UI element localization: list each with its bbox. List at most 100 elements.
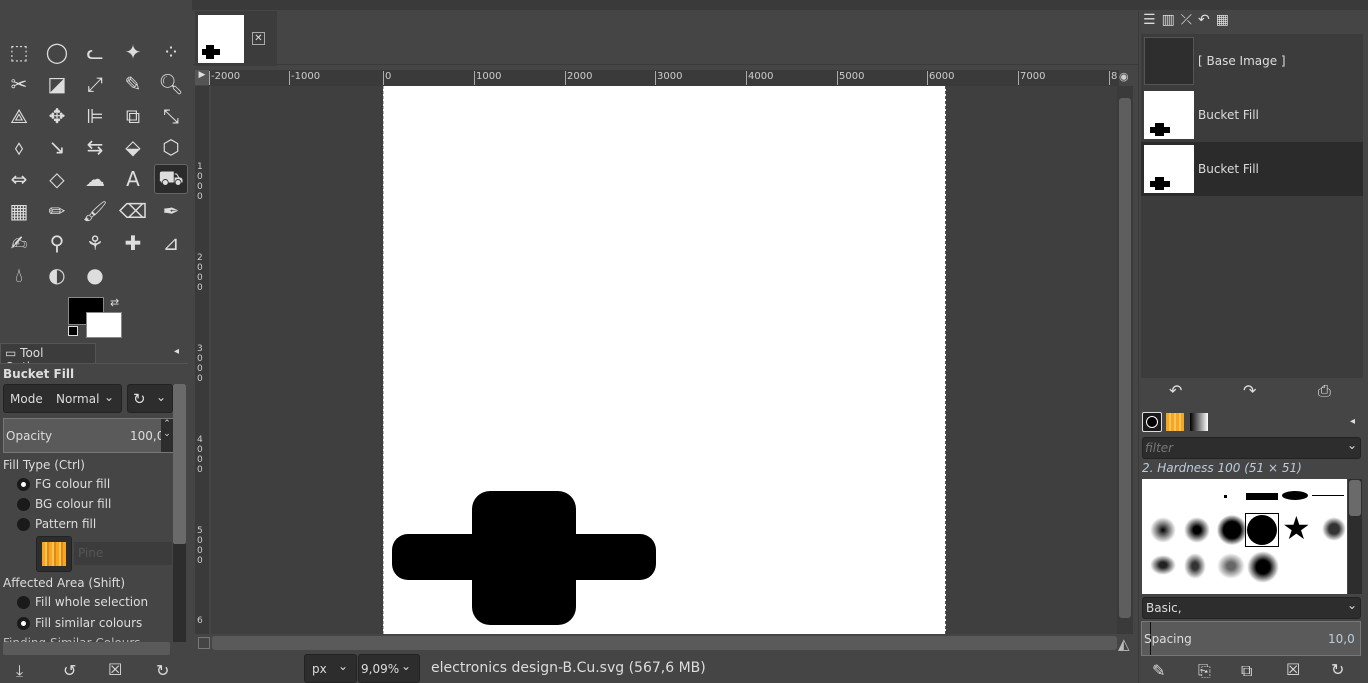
text-tool-icon[interactable]: A [116, 164, 150, 194]
reset-options-icon[interactable]: ↻ [156, 661, 169, 680]
brush-grid[interactable]: ★ [1142, 479, 1347, 594]
radio-fill-whole-selection[interactable] [17, 596, 30, 609]
unified-transform-tool-icon[interactable]: ⤡ [154, 101, 188, 131]
tab-brushes[interactable] [1142, 412, 1162, 432]
duplicate-brush-icon[interactable]: ⧉ [1241, 661, 1252, 681]
refresh-brushes-icon[interactable]: ↻ [1331, 660, 1344, 679]
smudge-warp-tool-icon[interactable]: ☁ [78, 164, 112, 194]
radio-fg-fill[interactable] [17, 478, 30, 491]
move-tool-icon[interactable]: ✥ [40, 101, 74, 131]
eraser-tool-icon[interactable]: ⌫ [116, 196, 150, 226]
smudge-tool-icon[interactable]: ◐ [40, 260, 74, 290]
layers-icon[interactable]: ☰ [1143, 12, 1162, 28]
foreground-select-tool-icon[interactable]: ◪ [40, 69, 74, 99]
close-tab-icon[interactable]: ✕ [252, 32, 265, 45]
tag-select[interactable]: Basic, ⌄ [1142, 597, 1361, 619]
paths-tool-icon[interactable]: ⤢ [78, 69, 112, 99]
undo-history-icon[interactable]: ↶ [1198, 12, 1216, 28]
airbrush-tool-icon[interactable]: ✒ [154, 196, 188, 226]
restore-options-icon[interactable]: ↺ [63, 661, 76, 680]
brush-scrollbar[interactable] [1348, 479, 1362, 594]
ruler-tick-label: -1000 [289, 71, 320, 85]
filter-input[interactable]: filter ⌄ [1142, 437, 1361, 459]
opacity-slider[interactable]: Opacity 100,0 ⌃ ⌄ [3, 418, 173, 453]
radio-bg-fill[interactable] [17, 498, 30, 511]
history-item[interactable]: Bucket Fill [1141, 88, 1363, 142]
pattern-button[interactable] [36, 536, 72, 572]
quick-mask-menu-icon[interactable]: ▶ [195, 70, 209, 85]
history-item-selected[interactable]: Bucket Fill [1141, 142, 1363, 196]
image-tab[interactable]: ✕ [195, 11, 277, 66]
swap-colors-icon[interactable]: ⇄ [110, 296, 119, 309]
new-brush-icon[interactable]: ⎘ [1198, 661, 1211, 681]
mode-reset-select[interactable]: ↻ ⌄ [127, 384, 173, 413]
radio-fill-similar[interactable] [17, 617, 30, 630]
cage-transform-tool-icon[interactable]: ◇ [40, 164, 74, 194]
tool-options-scrollbar[interactable] [173, 384, 186, 642]
delete-options-icon[interactable]: ☒ [108, 660, 122, 679]
history-item[interactable]: [ Base Image ] [1141, 34, 1363, 88]
paintbrush-tool-icon[interactable]: 🖌︎ [78, 196, 112, 226]
tab-gradients[interactable] [1190, 413, 1208, 431]
gradient-tool-icon[interactable]: ▦ [2, 196, 36, 226]
mypaint-brush-tool-icon[interactable]: ⚲ [40, 228, 74, 258]
perspective-tool-icon[interactable]: ⬙ [116, 132, 150, 162]
align-tool-icon[interactable]: ⊫ [78, 101, 112, 131]
zoom-tool-icon[interactable]: 🔍︎ [154, 69, 188, 99]
flip-tool-icon[interactable]: ⇆ [78, 132, 112, 162]
tab-tool-options[interactable]: ▭ Tool Options [0, 343, 96, 374]
measure-tool-icon[interactable]: ⟁ [2, 101, 36, 131]
default-colors-icon[interactable] [68, 326, 78, 336]
ink-tool-icon[interactable]: ✍ [2, 228, 36, 258]
paths-icon[interactable]: ⤫ [1181, 12, 1198, 28]
save-options-icon[interactable]: ⤓ [16, 661, 23, 681]
crop-tool-icon[interactable]: ⧉ [116, 101, 150, 131]
vertical-scrollbar[interactable] [1117, 86, 1133, 634]
heal-tool-icon[interactable]: ✚ [116, 228, 150, 258]
opacity-spinner[interactable]: ⌃ ⌄ [161, 419, 173, 452]
free-select-tool-icon[interactable]: ᓚ [78, 37, 112, 67]
select-by-color-tool-icon[interactable]: ⁘ [154, 37, 188, 67]
navigate-triangle-icon[interactable]: ◭ [1118, 635, 1130, 653]
unit-select[interactable]: px ⌄ [304, 654, 357, 683]
perspective-clone-tool-icon[interactable]: ⊿ [154, 228, 188, 258]
handle-transform-tool-icon[interactable]: ↘ [40, 132, 74, 162]
scale-tool-icon[interactable]: ⇔ [2, 164, 36, 194]
h-scrollbar[interactable] [3, 642, 170, 655]
rect-select-tool-icon[interactable]: ⬚ [2, 37, 36, 67]
panel-menu-icon[interactable]: ◂ [174, 346, 179, 357]
menubar [0, 0, 1368, 10]
zoom-select[interactable]: 9,09% ⌄ [358, 654, 420, 683]
ellipse-select-tool-icon[interactable]: ◯ [40, 37, 74, 67]
mode-select[interactable]: Mode Normal ⌄ [3, 384, 122, 413]
tab-patterns[interactable] [1166, 413, 1184, 431]
redo-icon[interactable]: ↷ [1243, 381, 1256, 400]
warp-transform-tool-icon[interactable]: ⬨ [2, 132, 36, 162]
delete-brush-icon[interactable]: ☒ [1286, 660, 1300, 679]
scissors-select-tool-icon[interactable]: ✂ [2, 69, 36, 99]
panel-menu-icon[interactable]: ◂ [1350, 416, 1355, 427]
canvas[interactable] [211, 86, 1117, 634]
spacing-slider[interactable]: Spacing 10,0 [1141, 621, 1361, 656]
dodge-burn-tool-icon[interactable]: ● [78, 260, 112, 290]
bucket-fill-tool-icon[interactable]: ⛟ [154, 164, 188, 195]
color-picker-tool-icon[interactable]: ✎ [116, 69, 150, 99]
edit-brush-icon[interactable]: ✎ [1152, 661, 1165, 680]
channels-icon[interactable]: ▥ [1162, 12, 1181, 28]
dock-tabs[interactable]: ☰▥⤫↶▦ [1143, 12, 1235, 28]
mode-value: Normal [56, 392, 100, 406]
3d-transform-tool-icon[interactable]: ⬡ [154, 132, 188, 162]
clear-history-icon[interactable]: ⎙ [1318, 381, 1331, 401]
blur-tool-icon[interactable]: 💧︎ [2, 260, 36, 290]
pencil-tool-icon[interactable]: ✏ [40, 196, 74, 226]
selected-brush[interactable] [1245, 513, 1279, 547]
horizontal-scrollbar[interactable] [212, 636, 1117, 650]
pattern-icon[interactable]: ▦ [1216, 12, 1235, 28]
background-color[interactable] [86, 312, 122, 338]
clone-tool-icon[interactable]: ⚘ [78, 228, 112, 258]
zoom-lock-icon[interactable]: ◉ [1119, 70, 1133, 86]
fuzzy-select-tool-icon[interactable]: ✦ [116, 37, 150, 67]
radio-pattern-fill[interactable] [17, 518, 30, 531]
undo-icon[interactable]: ↶ [1169, 381, 1182, 400]
navigate-icon[interactable] [198, 637, 210, 649]
